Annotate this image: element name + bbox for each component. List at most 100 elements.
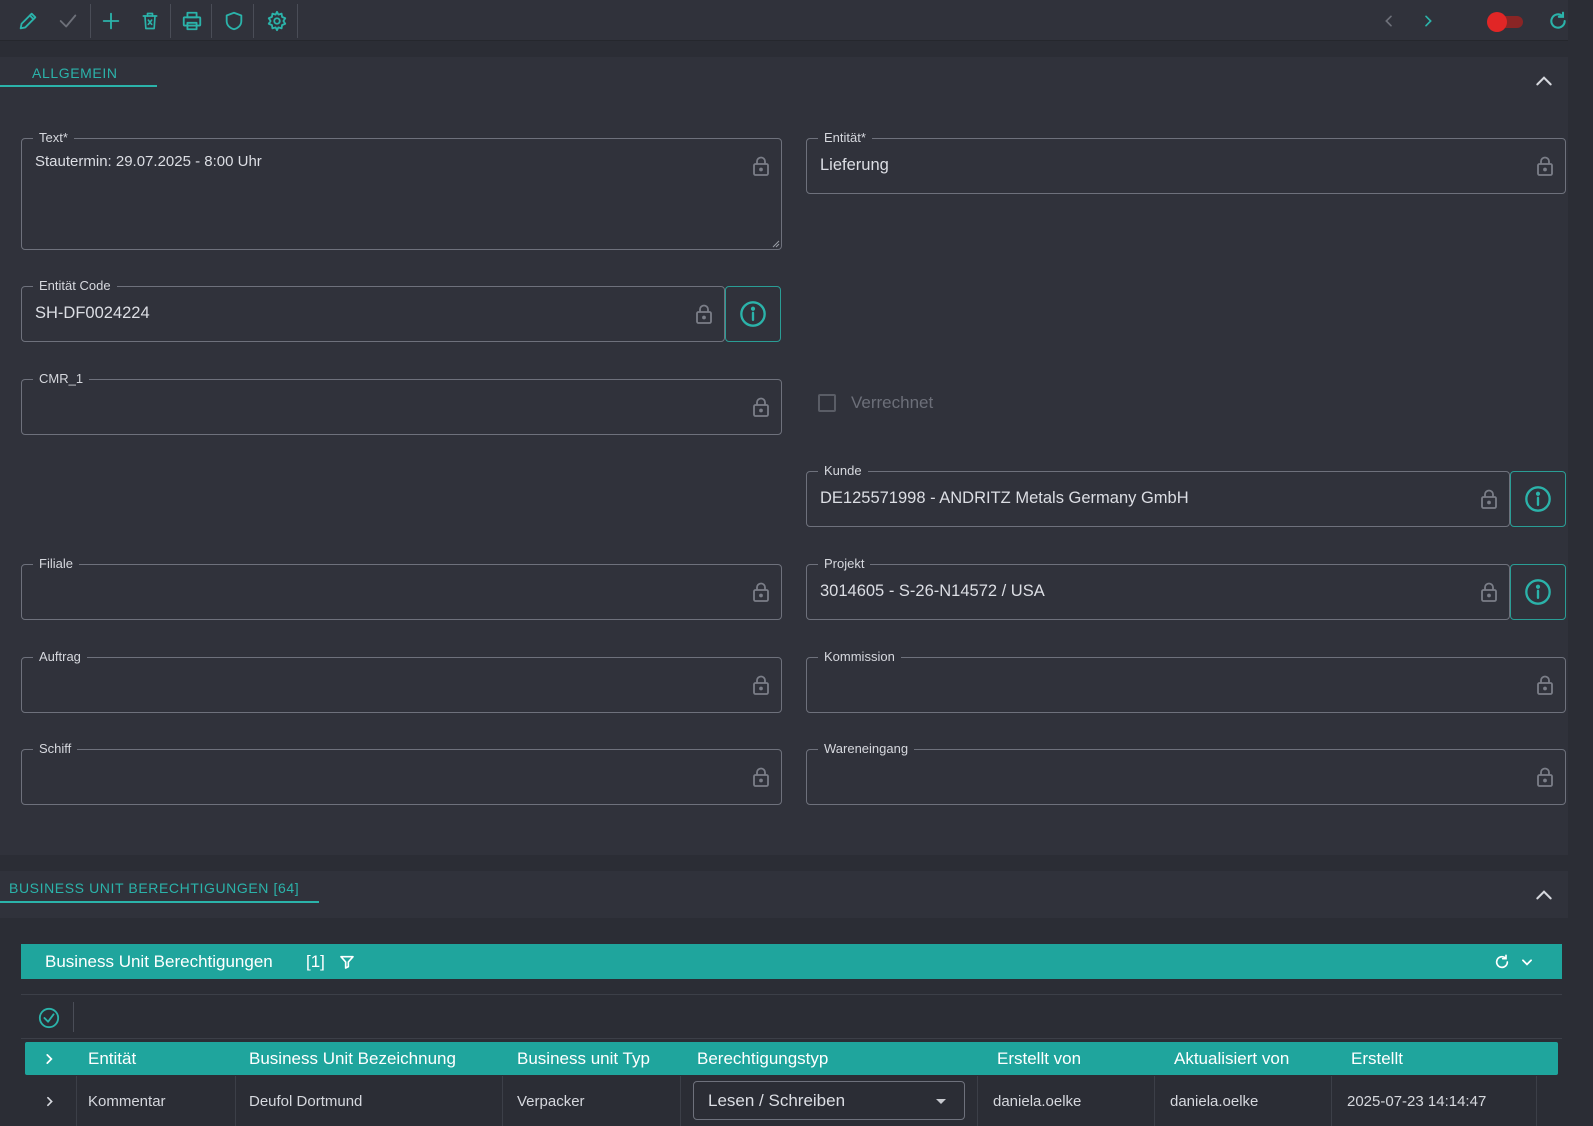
entitaet-code-value: SH-DF0024224 (35, 304, 150, 322)
lock-icon (1537, 675, 1553, 695)
cell-divider (502, 1076, 503, 1126)
right-edge-gutter (1568, 0, 1593, 1126)
grid-title: Business Unit Berechtigungen (45, 952, 273, 971)
projekt-value: 3014605 - S-26-N14572 / USA (820, 582, 1045, 600)
refresh-icon[interactable] (1494, 954, 1510, 970)
cell-erstellt-von: daniela.oelke (993, 1093, 1082, 1110)
toolbar-divider (253, 4, 254, 38)
column-header-bezeichnung[interactable]: Business Unit Bezeichnung (249, 1049, 456, 1069)
verrechnet-checkbox-row[interactable]: Verrechnet (818, 393, 933, 413)
projekt-label: Projekt (818, 556, 871, 572)
verrechnet-checkbox[interactable] (818, 394, 836, 412)
auftrag-label: Auftrag (33, 649, 87, 665)
resize-handle-icon[interactable] (772, 240, 780, 248)
lock-icon (753, 156, 769, 176)
column-header-erstellt-von[interactable]: Erstellt von (997, 1049, 1081, 1069)
info-icon (740, 301, 766, 327)
check-icon[interactable] (55, 8, 81, 34)
kommission-field[interactable]: Kommission (806, 649, 1566, 713)
column-header-berechtigungstyp[interactable]: Berechtigungstyp (697, 1049, 828, 1069)
dropdown-caret-icon (936, 1099, 946, 1104)
cell-divider (1154, 1076, 1155, 1126)
toolbar-divider (297, 4, 298, 38)
collapse-icon[interactable] (1534, 71, 1554, 91)
cell-aktualisiert-von: daniela.oelke (1170, 1093, 1259, 1110)
cmr1-field[interactable]: CMR_1 (21, 371, 782, 435)
berechtigungstyp-select-value: Lesen / Schreiben (708, 1091, 846, 1110)
plus-icon[interactable] (98, 8, 124, 34)
column-header-entitaet[interactable]: Entität (88, 1049, 136, 1069)
entitaet-code-field[interactable]: Entität Code SH-DF0024224 (21, 278, 725, 342)
entitaet-field[interactable]: Entität* Lieferung (806, 130, 1566, 194)
cell-divider (680, 1076, 681, 1126)
wareneingang-label: Wareneingang (818, 741, 915, 757)
lock-icon (1537, 767, 1553, 787)
cell-bezeichnung: Deufol Dortmund (249, 1093, 363, 1110)
lock-icon (753, 582, 769, 602)
lock-icon (753, 767, 769, 787)
chevron-right-icon[interactable] (42, 1052, 56, 1066)
berechtigungstyp-select[interactable]: Lesen / Schreiben (693, 1081, 965, 1120)
entitaet-code-label: Entität Code (33, 278, 117, 294)
wareneingang-field[interactable]: Wareneingang (806, 741, 1566, 805)
auftrag-field[interactable]: Auftrag (21, 649, 782, 713)
cell-divider (1536, 1076, 1537, 1126)
expand-row-icon[interactable] (43, 1095, 56, 1108)
toolbar-divider (170, 4, 171, 38)
printer-icon[interactable] (179, 8, 205, 34)
chevron-down-icon[interactable] (1520, 955, 1534, 969)
toolbar-divider (73, 1002, 74, 1032)
cell-typ: Verpacker (517, 1093, 585, 1110)
kunde-value: DE125571998 - ANDRITZ Metals Germany Gmb… (820, 489, 1189, 507)
filter-icon[interactable] (339, 954, 355, 970)
verrechnet-label: Verrechnet (851, 393, 934, 412)
cell-divider (235, 1076, 236, 1126)
text-label: Text* (33, 130, 74, 146)
grid-count: [1] (306, 952, 325, 971)
info-icon (1525, 486, 1551, 512)
toggle-switch[interactable] (1487, 12, 1523, 32)
column-header-aktualisiert-von[interactable]: Aktualisiert von (1174, 1049, 1289, 1069)
lock-icon (696, 304, 712, 324)
kunde-label: Kunde (818, 463, 868, 479)
gear-icon[interactable] (264, 8, 290, 34)
kommission-label: Kommission (818, 649, 901, 665)
text-value: Stautermin: 29.07.2025 - 8:00 Uhr (35, 153, 262, 170)
tab-underline (0, 901, 319, 903)
toolbar-divider (90, 4, 91, 38)
cell-erstellt: 2025-07-23 14:14:47 (1347, 1093, 1487, 1110)
permissions-section-header: BUSINESS UNIT BERECHTIGUNGEN [64] (0, 871, 1568, 918)
kunde-info-button[interactable] (1510, 471, 1566, 527)
cmr1-label: CMR_1 (33, 371, 90, 387)
grid-title-bar: Business Unit Berechtigungen [1] (21, 944, 1562, 979)
tab-business-unit-berechtigungen[interactable]: BUSINESS UNIT BERECHTIGUNGEN [64] (9, 880, 299, 896)
schiff-label: Schiff (33, 741, 78, 757)
cell-divider (1331, 1076, 1332, 1126)
lock-icon (753, 397, 769, 417)
filiale-field[interactable]: Filiale (21, 556, 782, 620)
delete-icon[interactable] (137, 8, 163, 34)
entitaet-value: Lieferung (820, 156, 889, 174)
info-icon (1525, 579, 1551, 605)
column-header-erstellt[interactable]: Erstellt (1351, 1049, 1403, 1069)
pencil-icon[interactable] (15, 8, 41, 34)
shield-icon[interactable] (221, 8, 247, 34)
chevron-left-icon[interactable] (1376, 8, 1402, 34)
lock-icon (1537, 156, 1553, 176)
collapse-icon[interactable] (1534, 885, 1554, 905)
toggle-knob (1487, 12, 1507, 32)
schiff-field[interactable]: Schiff (21, 741, 782, 805)
check-circle-icon[interactable] (38, 1007, 60, 1029)
column-header-typ[interactable]: Business unit Typ (517, 1049, 650, 1069)
cell-divider (977, 1076, 978, 1126)
main-toolbar (0, 0, 1568, 41)
kunde-field[interactable]: Kunde DE125571998 - ANDRITZ Metals Germa… (806, 463, 1510, 527)
chevron-right-icon[interactable] (1415, 8, 1441, 34)
entitaet-code-info-button[interactable] (725, 286, 781, 342)
filiale-label: Filiale (33, 556, 79, 572)
text-field[interactable]: Text* Stautermin: 29.07.2025 - 8:00 Uhr (21, 130, 782, 250)
lock-icon (753, 675, 769, 695)
tab-allgemein[interactable]: ALLGEMEIN (32, 65, 118, 81)
projekt-field[interactable]: Projekt 3014605 - S-26-N14572 / USA (806, 556, 1510, 620)
projekt-info-button[interactable] (1510, 564, 1566, 620)
